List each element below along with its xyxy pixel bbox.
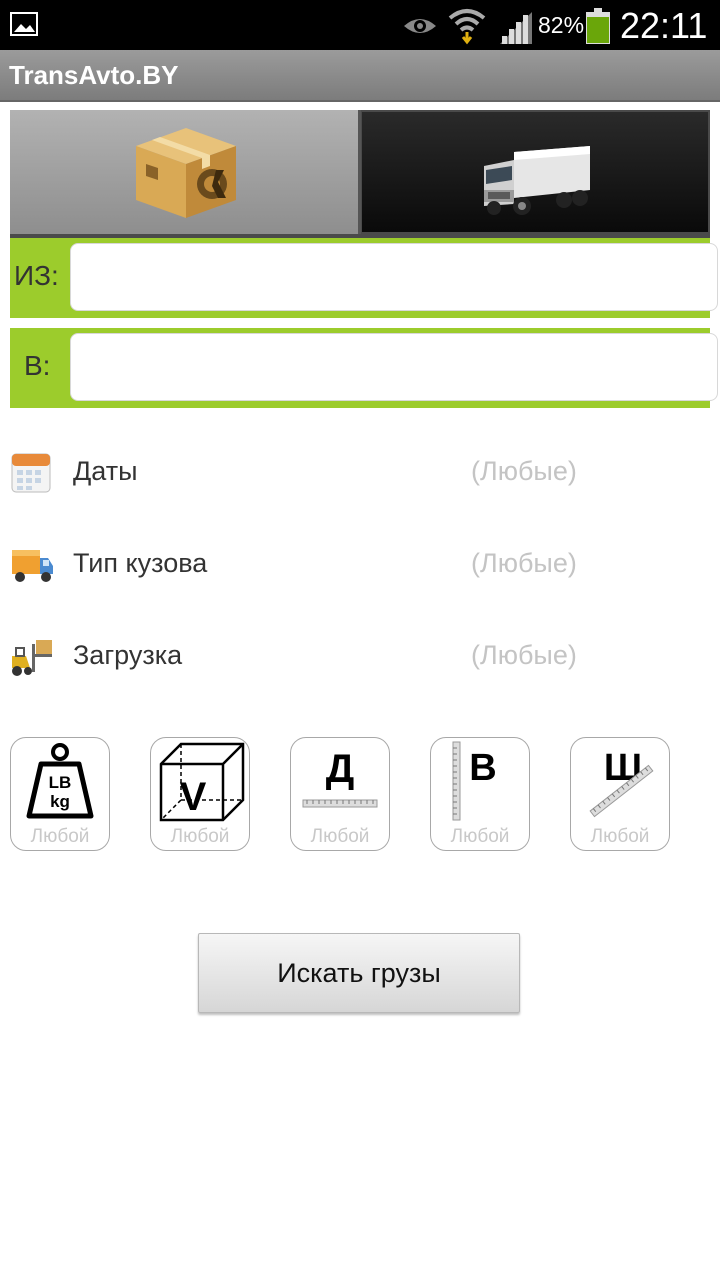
tab-truck[interactable] <box>362 112 708 232</box>
from-city-input[interactable] <box>70 243 718 311</box>
status-bar: 82% 22:11 <box>0 0 720 50</box>
volume-glyph: V <box>180 775 207 819</box>
truck-icon <box>484 146 590 215</box>
from-row: ИЗ: <box>10 238 718 318</box>
app-title: TransAvto.BY <box>9 60 179 90</box>
forklift-icon <box>12 640 52 676</box>
filter-dates-value: (Любые) <box>471 456 577 486</box>
cargo-box-icon <box>136 128 236 218</box>
filter-loading-label: Загрузка <box>73 640 183 670</box>
height-glyph: В <box>469 747 496 789</box>
truck-body-icon <box>12 550 53 582</box>
gallery-icon <box>10 12 38 36</box>
eye-icon <box>404 19 436 33</box>
filter-dates[interactable]: Даты (Любые) <box>10 442 710 502</box>
param-weight-caption: Любой <box>30 826 90 847</box>
filter-body-type-label: Тип кузова <box>73 548 208 578</box>
wifi-icon <box>448 9 486 45</box>
signal-icon <box>500 12 532 44</box>
to-city-input[interactable] <box>70 333 718 401</box>
param-height-button[interactable]: В Любой <box>430 737 530 851</box>
to-label: В: <box>24 350 51 381</box>
param-volume-caption: Любой <box>170 826 230 847</box>
clock: 22:11 <box>620 5 708 46</box>
volume-icon: V <box>159 742 245 822</box>
battery-percent: 82% <box>538 12 585 38</box>
battery-icon <box>586 8 610 44</box>
param-length-button[interactable]: Д Любой <box>290 737 390 851</box>
width-icon: Ш <box>589 747 654 818</box>
param-width-button[interactable]: Ш Любой <box>570 737 670 851</box>
from-label: ИЗ: <box>14 260 59 291</box>
calendar-icon <box>11 453 51 493</box>
height-icon: В <box>452 741 497 821</box>
param-height-caption: Любой <box>450 826 510 847</box>
filter-loading[interactable]: Загрузка (Любые) <box>10 626 710 686</box>
mode-tabs <box>10 110 710 238</box>
filter-dates-label: Даты <box>73 456 138 486</box>
tab-cargo[interactable] <box>10 110 361 234</box>
weight-icon: LB kg <box>26 743 94 819</box>
param-width-caption: Любой <box>590 826 650 847</box>
weight-glyph-top: LB <box>49 773 72 792</box>
app-title-bar: TransAvto.BY <box>0 50 720 102</box>
filter-loading-value: (Любые) <box>471 640 577 670</box>
to-row: В: <box>10 328 718 408</box>
filter-body-type-value: (Любые) <box>471 548 577 578</box>
filter-body-type[interactable]: Тип кузова (Любые) <box>10 534 710 594</box>
param-length-caption: Любой <box>310 826 370 847</box>
search-cargo-button[interactable]: Искать грузы <box>198 933 520 1013</box>
weight-glyph-bottom: kg <box>50 792 70 811</box>
param-volume-button[interactable]: V Любой <box>150 737 250 851</box>
length-glyph: Д <box>326 747 355 791</box>
param-weight-button[interactable]: LB kg Любой <box>10 737 110 851</box>
length-icon: Д <box>302 747 378 808</box>
